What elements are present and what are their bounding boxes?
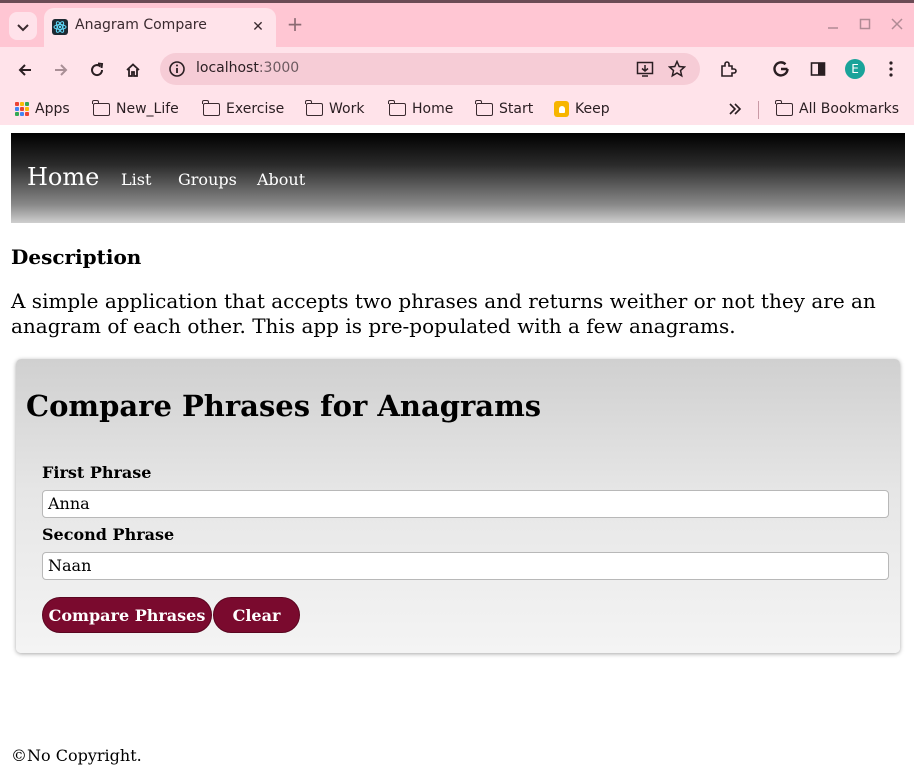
nav-brand-home[interactable]: Home: [27, 163, 99, 191]
bookmark-home[interactable]: Home: [388, 99, 454, 119]
second-phrase-input[interactable]: Naan: [42, 552, 889, 580]
bookmark-star-icon[interactable]: [667, 59, 687, 78]
home-icon[interactable]: [118, 55, 148, 85]
bookmark-label: Work: [329, 101, 365, 117]
nav-link-list[interactable]: List: [121, 170, 151, 189]
folder-icon: [305, 99, 323, 116]
more-bookmarks-icon[interactable]: [728, 99, 742, 119]
all-bookmarks-label: All Bookmarks: [799, 101, 900, 117]
folder-icon: [775, 99, 793, 116]
page: Home List Groups About Description A sim…: [0, 125, 914, 778]
chevron-down-icon: [17, 17, 29, 36]
tab-strip: Anagram Compare ✕ +: [0, 3, 914, 47]
bookmark-start[interactable]: Start: [475, 99, 534, 119]
apps-grid-icon: [15, 102, 29, 116]
bookmark-new-life[interactable]: New_Life: [92, 99, 179, 119]
react-icon: [52, 19, 68, 35]
all-bookmarks[interactable]: All Bookmarks: [775, 99, 900, 119]
site-info-icon[interactable]: [168, 60, 186, 78]
profile-avatar[interactable]: E: [843, 57, 867, 81]
bookmark-label: Start: [499, 101, 534, 117]
install-app-icon[interactable]: [636, 60, 654, 78]
reload-icon[interactable]: [82, 55, 112, 85]
bookmark-label: New_Life: [116, 101, 179, 117]
site-navbar: Home List Groups About: [11, 133, 905, 223]
compare-title: Compare Phrases for Anagrams: [26, 389, 542, 423]
bookmark-label: Apps: [35, 101, 70, 117]
url-host: localhost: [196, 60, 259, 76]
bookmark-apps[interactable]: Apps: [15, 99, 70, 119]
folder-icon: [202, 99, 220, 116]
menu-kebab-icon[interactable]: [879, 57, 903, 81]
description-text: A simple application that accepts two ph…: [11, 289, 876, 338]
bookmarks-bar: Apps New_Life Exercise Work Home Start K…: [0, 93, 914, 128]
profile-initial: E: [845, 59, 865, 79]
close-window-icon[interactable]: [888, 15, 906, 33]
url-port: :3000: [258, 60, 300, 76]
new-tab-icon[interactable]: +: [284, 12, 306, 36]
folder-icon: [388, 99, 406, 116]
compare-card: Compare Phrases for Anagrams First Phras…: [16, 359, 900, 653]
second-phrase-label: Second Phrase: [42, 525, 175, 544]
keep-icon: [554, 101, 569, 117]
browser-chrome: Anagram Compare ✕ + localhost:3000 E App…: [0, 0, 914, 128]
side-panel-icon[interactable]: [806, 57, 830, 81]
address-bar[interactable]: localhost:3000: [160, 53, 700, 85]
folder-icon: [92, 99, 110, 116]
url-text: localhost:3000: [196, 60, 299, 76]
close-tab-icon[interactable]: ✕: [249, 18, 267, 36]
tab-title: Anagram Compare: [75, 17, 207, 33]
bookmark-label: Exercise: [226, 101, 285, 117]
forward-icon[interactable]: [46, 55, 76, 85]
extensions-icon[interactable]: [716, 57, 740, 81]
description-heading: Description: [11, 245, 142, 269]
minimize-icon[interactable]: [824, 15, 842, 33]
first-phrase-label: First Phrase: [42, 463, 152, 482]
bookmark-work[interactable]: Work: [305, 99, 365, 119]
back-icon[interactable]: [10, 55, 40, 85]
nav-link-about[interactable]: About: [257, 170, 305, 189]
tab-search-button[interactable]: [9, 12, 37, 40]
bookmark-exercise[interactable]: Exercise: [202, 99, 285, 119]
bookmarks-divider: [758, 101, 759, 119]
maximize-icon[interactable]: [856, 15, 874, 33]
folder-icon: [475, 99, 493, 116]
bookmark-keep[interactable]: Keep: [554, 99, 610, 119]
nav-link-groups[interactable]: Groups: [178, 170, 237, 189]
clear-button[interactable]: Clear: [213, 597, 300, 633]
bookmark-label: Home: [412, 101, 454, 117]
bookmark-label: Keep: [575, 101, 610, 117]
toolbar: localhost:3000 E: [0, 47, 914, 93]
compare-phrases-button[interactable]: Compare Phrases: [42, 597, 212, 633]
first-phrase-input[interactable]: Anna: [42, 490, 889, 518]
active-tab[interactable]: Anagram Compare ✕: [44, 8, 276, 47]
google-icon[interactable]: [769, 57, 793, 81]
footer-text: ©No Copyright.: [11, 746, 142, 765]
